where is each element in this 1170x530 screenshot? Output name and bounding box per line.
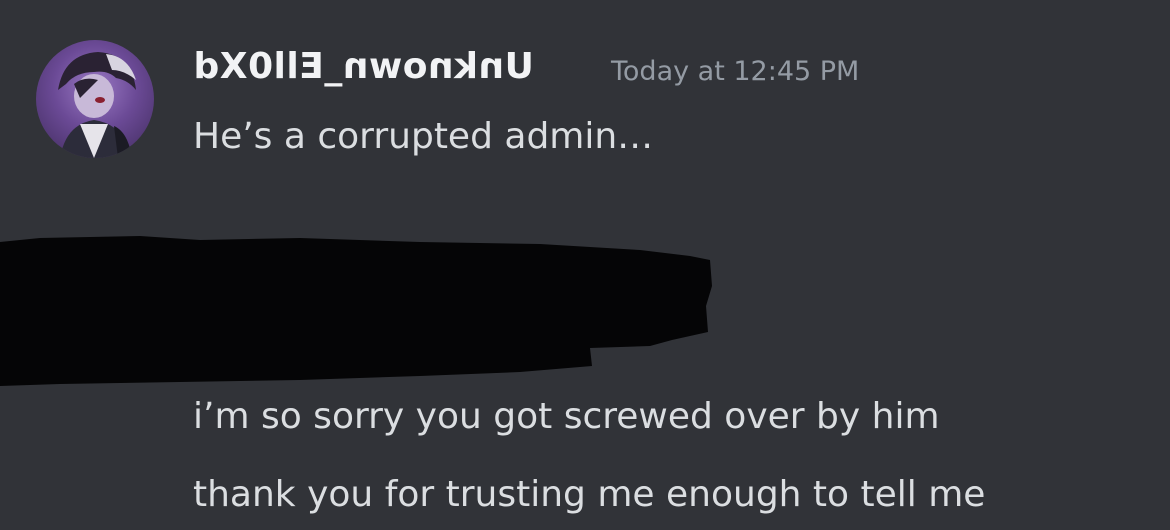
chat-message-group: Unknown_Ell0Xd Today at 12:45 PM He’s a … [0, 0, 1170, 530]
avatar-image [58, 52, 136, 158]
message-timestamp: Today at 12:45 PM [611, 56, 860, 87]
author-name: Unknown_Ell0Xd [193, 46, 534, 87]
message-author[interactable]: Unknown_Ell0Xd [193, 46, 534, 87]
message-line: He’s a corrupted admin… [193, 116, 654, 157]
message-line: thank you for trusting me enough to tell… [193, 474, 986, 515]
message-line: i’m so sorry you got screwed over by him [193, 396, 940, 437]
user-avatar[interactable] [36, 40, 154, 158]
redaction-scribble [0, 236, 712, 386]
